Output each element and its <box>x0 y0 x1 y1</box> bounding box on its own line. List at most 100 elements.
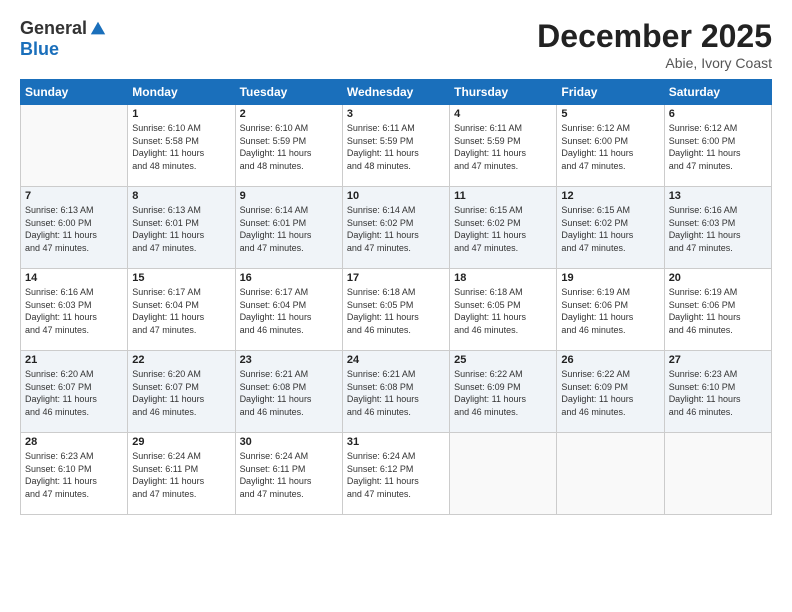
table-row: 10 Sunrise: 6:14 AM Sunset: 6:02 PM Dayli… <box>342 187 449 269</box>
table-row: 14Sunrise: 6:16 AM Sunset: 6:03 PM Dayli… <box>21 269 128 351</box>
day-info: Sunrise: 6:14 AM Sunset: 6:01 PM Dayligh… <box>240 204 338 254</box>
day-info: Sunrise: 6:19 AM Sunset: 6:06 PM Dayligh… <box>561 286 659 336</box>
header-tuesday: Tuesday <box>235 80 342 105</box>
day-number: 17 <box>347 272 445 284</box>
day-number: 31 <box>347 436 445 448</box>
table-row: 12 Sunrise: 6:15 AM Sunset: 6:02 PM Dayli… <box>557 187 664 269</box>
day-number: 16 <box>240 272 338 284</box>
day-number: 7 <box>25 190 123 202</box>
day-info: Sunrise: 6:13 AM Sunset: 6:01 PM Dayligh… <box>132 204 230 254</box>
day-number: 27 <box>669 354 767 366</box>
calendar-week-2: 7 Sunrise: 6:13 AM Sunset: 6:00 PM Daylig… <box>21 187 772 269</box>
day-info: Sunrise: 6:16 AM Sunset: 6:03 PM Dayligh… <box>669 204 767 254</box>
day-info: Sunrise: 6:14 AM Sunset: 6:02 PM Dayligh… <box>347 204 445 254</box>
table-row: 25 Sunrise: 6:22 AM Sunset: 6:09 PM Dayli… <box>450 351 557 433</box>
calendar-table: Sunday Monday Tuesday Wednesday Thursday… <box>20 79 772 515</box>
day-info: Sunrise: 6:20 AM Sunset: 6:07 PM Dayligh… <box>132 368 230 418</box>
day-number: 10 <box>347 190 445 202</box>
day-number: 20 <box>669 272 767 284</box>
day-number: 18 <box>454 272 552 284</box>
table-row: 1 Sunrise: 6:10 AM Sunset: 5:58 PM Daylig… <box>128 105 235 187</box>
day-info: Sunrise: 6:22 AM Sunset: 6:09 PM Dayligh… <box>561 368 659 418</box>
table-row: 16 Sunrise: 6:17 AM Sunset: 6:04 PM Dayli… <box>235 269 342 351</box>
table-row: 23 Sunrise: 6:21 AM Sunset: 6:08 PM Dayli… <box>235 351 342 433</box>
table-row: 24 Sunrise: 6:21 AM Sunset: 6:08 PM Dayli… <box>342 351 449 433</box>
header-monday: Monday <box>128 80 235 105</box>
day-info: Sunrise: 6:10 AM Sunset: 5:59 PM Dayligh… <box>240 122 338 172</box>
day-info: Sunrise: 6:18 AM Sunset: 6:05 PM Dayligh… <box>454 286 552 336</box>
day-info: Sunrise: 6:13 AM Sunset: 6:00 PM Dayligh… <box>25 204 123 254</box>
day-number: 29 <box>132 436 230 448</box>
header-saturday: Saturday <box>664 80 771 105</box>
day-number: 24 <box>347 354 445 366</box>
day-info: Sunrise: 6:22 AM Sunset: 6:09 PM Dayligh… <box>454 368 552 418</box>
table-row: 5 Sunrise: 6:12 AM Sunset: 6:00 PM Daylig… <box>557 105 664 187</box>
day-info: Sunrise: 6:17 AM Sunset: 6:04 PM Dayligh… <box>240 286 338 336</box>
calendar-week-3: 14Sunrise: 6:16 AM Sunset: 6:03 PM Dayli… <box>21 269 772 351</box>
day-info: Sunrise: 6:12 AM Sunset: 6:00 PM Dayligh… <box>561 122 659 172</box>
day-number: 8 <box>132 190 230 202</box>
table-row: 29Sunrise: 6:24 AM Sunset: 6:11 PM Dayli… <box>128 433 235 515</box>
table-row <box>557 433 664 515</box>
day-number: 21 <box>25 354 123 366</box>
day-number: 14 <box>25 272 123 284</box>
day-info: Sunrise: 6:23 AM Sunset: 6:10 PM Dayligh… <box>25 450 123 500</box>
table-row: 22Sunrise: 6:20 AM Sunset: 6:07 PM Dayli… <box>128 351 235 433</box>
logo: General Blue <box>20 18 107 60</box>
table-row: 17 Sunrise: 6:18 AM Sunset: 6:05 PM Dayli… <box>342 269 449 351</box>
table-row: 19Sunrise: 6:19 AM Sunset: 6:06 PM Dayli… <box>557 269 664 351</box>
table-row: 21Sunrise: 6:20 AM Sunset: 6:07 PM Dayli… <box>21 351 128 433</box>
table-row: 18 Sunrise: 6:18 AM Sunset: 6:05 PM Dayli… <box>450 269 557 351</box>
day-number: 13 <box>669 190 767 202</box>
day-info: Sunrise: 6:24 AM Sunset: 6:12 PM Dayligh… <box>347 450 445 500</box>
day-info: Sunrise: 6:10 AM Sunset: 5:58 PM Dayligh… <box>132 122 230 172</box>
table-row: 27 Sunrise: 6:23 AM Sunset: 6:10 PM Dayli… <box>664 351 771 433</box>
day-number: 2 <box>240 108 338 120</box>
logo-icon <box>89 20 107 38</box>
day-number: 4 <box>454 108 552 120</box>
logo-general: General <box>20 18 87 39</box>
day-number: 1 <box>132 108 230 120</box>
calendar-page: General Blue December 2025 Abie, Ivory C… <box>0 0 792 612</box>
day-number: 23 <box>240 354 338 366</box>
header-sunday: Sunday <box>21 80 128 105</box>
table-row: 3Sunrise: 6:11 AM Sunset: 5:59 PM Daylig… <box>342 105 449 187</box>
day-info: Sunrise: 6:11 AM Sunset: 5:59 PM Dayligh… <box>454 122 552 172</box>
day-number: 30 <box>240 436 338 448</box>
table-row <box>450 433 557 515</box>
header-wednesday: Wednesday <box>342 80 449 105</box>
day-number: 26 <box>561 354 659 366</box>
day-number: 28 <box>25 436 123 448</box>
table-row: 2 Sunrise: 6:10 AM Sunset: 5:59 PM Daylig… <box>235 105 342 187</box>
table-row: 15Sunrise: 6:17 AM Sunset: 6:04 PM Dayli… <box>128 269 235 351</box>
calendar-week-1: 1 Sunrise: 6:10 AM Sunset: 5:58 PM Daylig… <box>21 105 772 187</box>
table-row: 7 Sunrise: 6:13 AM Sunset: 6:00 PM Daylig… <box>21 187 128 269</box>
day-info: Sunrise: 6:15 AM Sunset: 6:02 PM Dayligh… <box>454 204 552 254</box>
title-area: December 2025 Abie, Ivory Coast <box>537 18 772 71</box>
day-info: Sunrise: 6:21 AM Sunset: 6:08 PM Dayligh… <box>240 368 338 418</box>
table-row: 4 Sunrise: 6:11 AM Sunset: 5:59 PM Daylig… <box>450 105 557 187</box>
day-info: Sunrise: 6:24 AM Sunset: 6:11 PM Dayligh… <box>240 450 338 500</box>
day-info: Sunrise: 6:19 AM Sunset: 6:06 PM Dayligh… <box>669 286 767 336</box>
location-subtitle: Abie, Ivory Coast <box>537 55 772 71</box>
day-number: 11 <box>454 190 552 202</box>
table-row: 30 Sunrise: 6:24 AM Sunset: 6:11 PM Dayli… <box>235 433 342 515</box>
table-row: 6Sunrise: 6:12 AM Sunset: 6:00 PM Daylig… <box>664 105 771 187</box>
table-row: 9Sunrise: 6:14 AM Sunset: 6:01 PM Daylig… <box>235 187 342 269</box>
day-number: 5 <box>561 108 659 120</box>
day-info: Sunrise: 6:21 AM Sunset: 6:08 PM Dayligh… <box>347 368 445 418</box>
day-info: Sunrise: 6:12 AM Sunset: 6:00 PM Dayligh… <box>669 122 767 172</box>
table-row: 28 Sunrise: 6:23 AM Sunset: 6:10 PM Dayli… <box>21 433 128 515</box>
table-row <box>664 433 771 515</box>
day-info: Sunrise: 6:15 AM Sunset: 6:02 PM Dayligh… <box>561 204 659 254</box>
table-row: 8 Sunrise: 6:13 AM Sunset: 6:01 PM Daylig… <box>128 187 235 269</box>
table-row: 11 Sunrise: 6:15 AM Sunset: 6:02 PM Dayli… <box>450 187 557 269</box>
day-number: 12 <box>561 190 659 202</box>
day-info: Sunrise: 6:23 AM Sunset: 6:10 PM Dayligh… <box>669 368 767 418</box>
day-number: 25 <box>454 354 552 366</box>
calendar-week-4: 21 Sunrise: 6:20 AM Sunset: 6:07 PM Dayli… <box>21 351 772 433</box>
table-row: 20 Sunrise: 6:19 AM Sunset: 6:06 PM Dayli… <box>664 269 771 351</box>
day-info: Sunrise: 6:17 AM Sunset: 6:04 PM Dayligh… <box>132 286 230 336</box>
day-info: Sunrise: 6:18 AM Sunset: 6:05 PM Dayligh… <box>347 286 445 336</box>
table-row: 13 Sunrise: 6:16 AM Sunset: 6:03 PM Dayli… <box>664 187 771 269</box>
